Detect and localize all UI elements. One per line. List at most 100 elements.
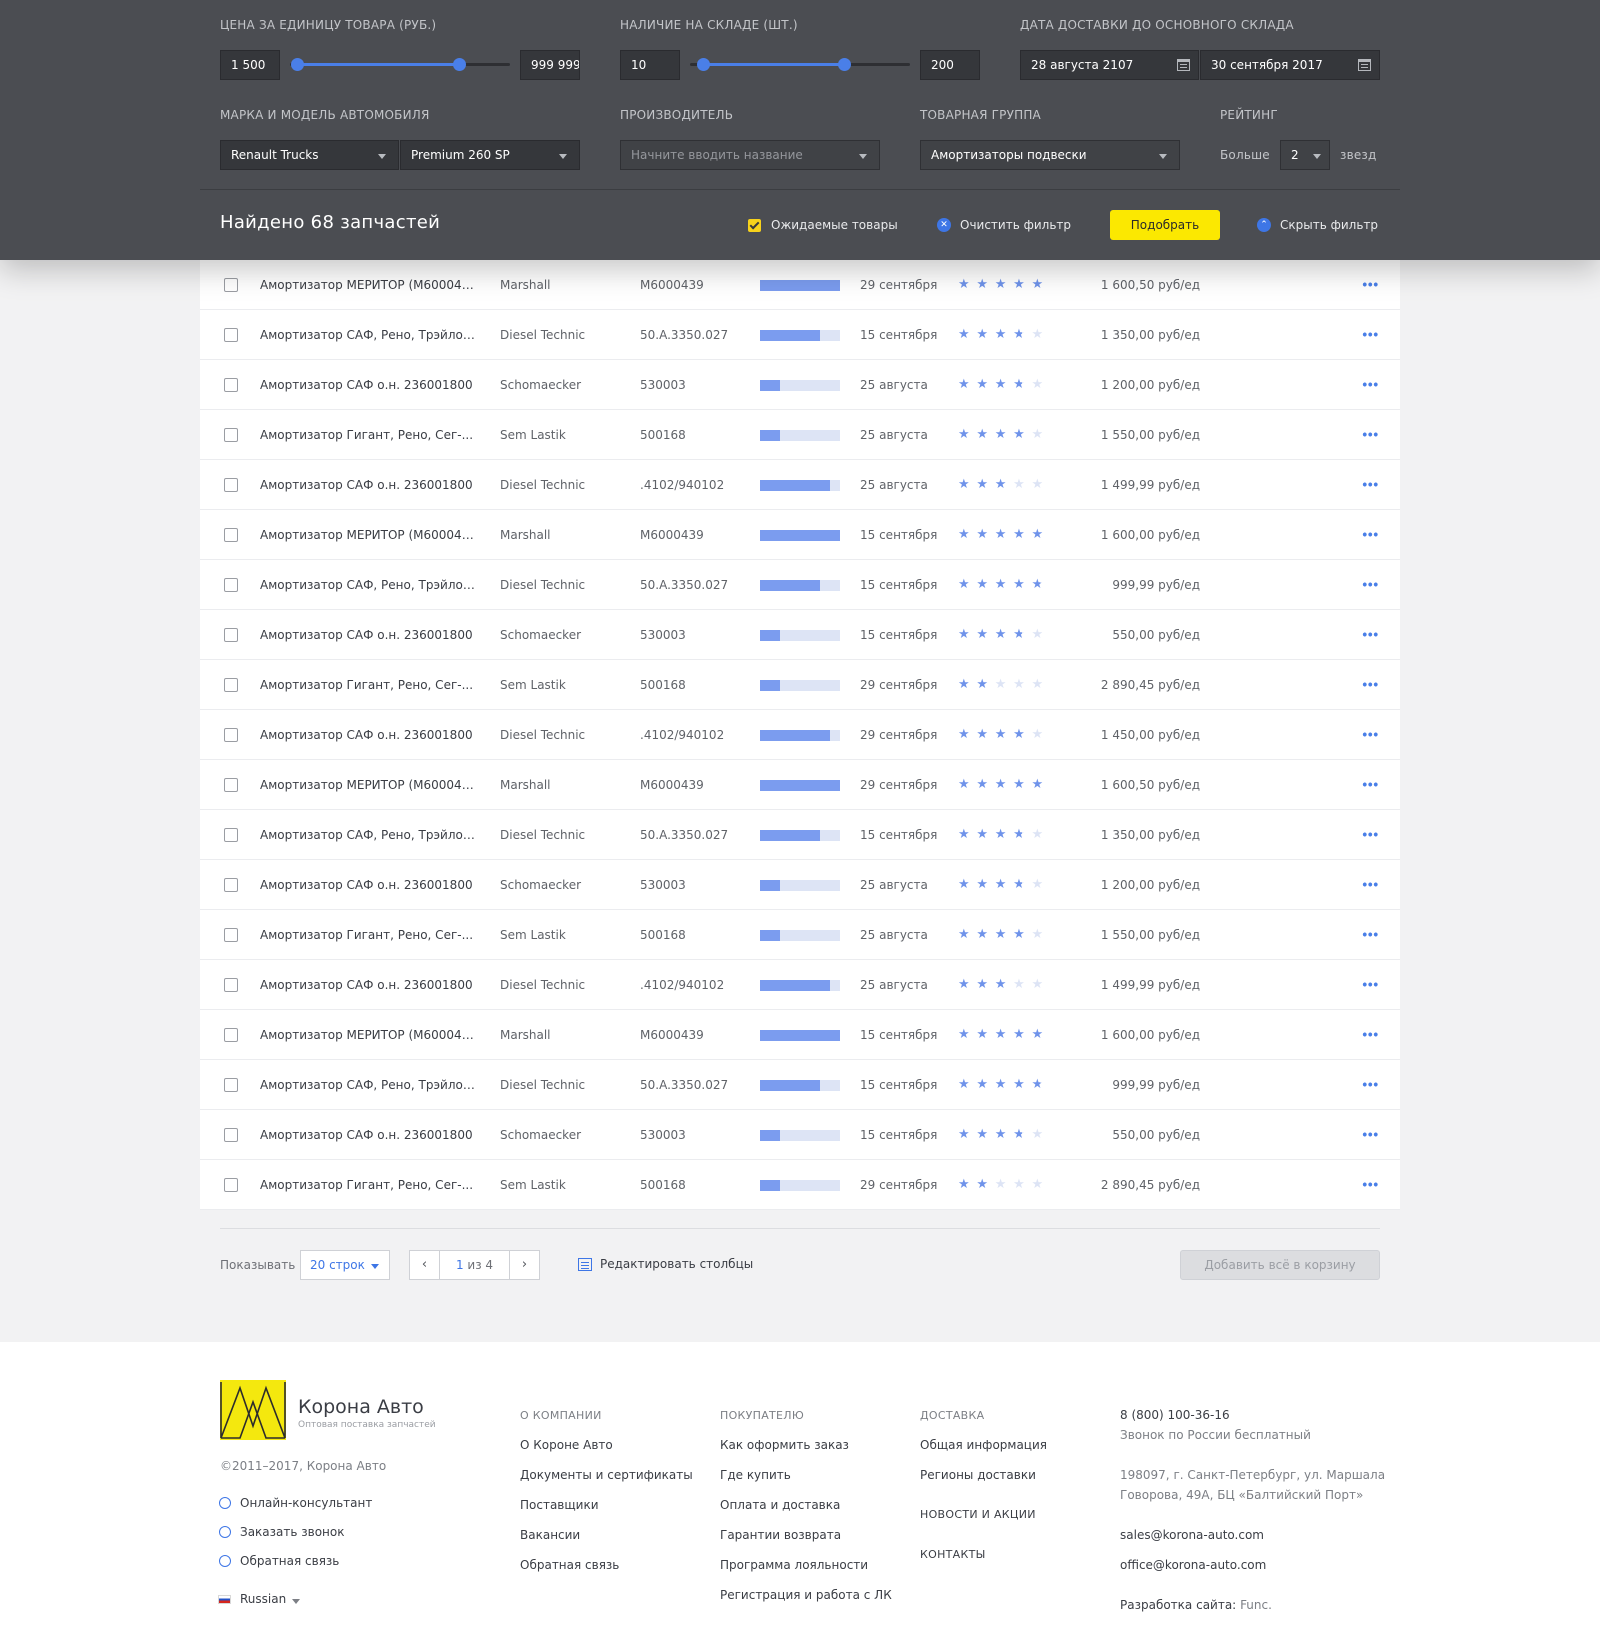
- footer-link[interactable]: Где купить: [720, 1468, 791, 1482]
- part-name[interactable]: Амортизатор САФ, Рено, Трэйлор...: [260, 310, 478, 360]
- order-call-link[interactable]: Заказать звонок: [240, 1525, 345, 1539]
- footer-link[interactable]: Гарантии возврата: [720, 1528, 841, 1542]
- more-options-icon[interactable]: [1362, 682, 1378, 687]
- online-consultant-link[interactable]: Онлайн-консультант: [240, 1496, 372, 1510]
- row-checkbox[interactable]: [224, 428, 238, 442]
- part-name[interactable]: Амортизатор Гигант, Рено, Сег-...: [260, 1160, 478, 1210]
- footer-link[interactable]: Обратная связь: [520, 1558, 619, 1572]
- more-options-icon[interactable]: [1362, 982, 1378, 987]
- part-name[interactable]: Амортизатор САФ, Рено, Трэйлор...: [260, 560, 478, 610]
- part-name[interactable]: Амортизатор Гигант, Рено, Сег-...: [260, 660, 478, 710]
- footer-link[interactable]: Общая информация: [920, 1438, 1047, 1452]
- more-options-icon[interactable]: [1362, 882, 1378, 887]
- car-model-select[interactable]: Premium 260 SP: [400, 140, 580, 170]
- hide-filter-button[interactable]: ⌃ Скрыть фильтр: [1257, 218, 1378, 232]
- row-checkbox[interactable]: [224, 678, 238, 692]
- manufacturer-input[interactable]: Начните вводить название: [620, 140, 880, 170]
- footer-link[interactable]: О Короне Авто: [520, 1438, 613, 1452]
- sales-email[interactable]: sales@korona-auto.com: [1120, 1528, 1264, 1542]
- row-checkbox[interactable]: [224, 878, 238, 892]
- part-name[interactable]: Амортизатор Гигант, Рено, Сег-...: [260, 410, 478, 460]
- more-options-icon[interactable]: [1362, 782, 1378, 787]
- crown-logo[interactable]: [220, 1380, 286, 1440]
- office-email[interactable]: office@korona-auto.com: [1120, 1558, 1266, 1572]
- part-name[interactable]: Амортизатор САФ, Рено, Трэйлор...: [260, 810, 478, 860]
- footer-link[interactable]: Вакансии: [520, 1528, 580, 1542]
- part-name[interactable]: Амортизатор САФ о.н. 236001800: [260, 960, 478, 1010]
- more-options-icon[interactable]: [1362, 432, 1378, 437]
- footer-link[interactable]: Оплата и доставка: [720, 1498, 840, 1512]
- stock-slider-min-handle[interactable]: [697, 58, 711, 71]
- row-checkbox[interactable]: [224, 328, 238, 342]
- more-options-icon[interactable]: [1362, 1132, 1378, 1137]
- stock-slider-max-handle[interactable]: [838, 58, 851, 71]
- part-name[interactable]: Амортизатор САФ о.н. 236001800: [260, 460, 478, 510]
- row-checkbox[interactable]: [224, 1128, 238, 1142]
- pick-button[interactable]: Подобрать: [1110, 210, 1220, 240]
- expected-goods-checkbox[interactable]: Ожидаемые товары: [748, 218, 898, 232]
- row-checkbox[interactable]: [224, 528, 238, 542]
- row-checkbox[interactable]: [224, 1028, 238, 1042]
- part-name[interactable]: Амортизатор МЕРИТОР (M6000439): [260, 260, 478, 310]
- more-options-icon[interactable]: [1362, 1182, 1378, 1187]
- rating-select[interactable]: 2: [1280, 140, 1330, 170]
- footer-link[interactable]: Документы и сертификаты: [520, 1468, 693, 1482]
- footer-link[interactable]: Регионы доставки: [920, 1468, 1036, 1482]
- more-options-icon[interactable]: [1362, 582, 1378, 587]
- part-name[interactable]: Амортизатор САФ о.н. 236001800: [260, 710, 478, 760]
- more-options-icon[interactable]: [1362, 632, 1378, 637]
- edit-columns-button[interactable]: Редактировать столбцы: [578, 1257, 753, 1271]
- phone-number[interactable]: 8 (800) 100-36-16: [1120, 1408, 1230, 1422]
- price-slider-min-handle[interactable]: [290, 58, 304, 71]
- stock-range-slider[interactable]: [690, 57, 910, 73]
- footer-link[interactable]: Программа лояльности: [720, 1558, 868, 1572]
- stock-min-input[interactable]: 10: [620, 50, 680, 80]
- part-name[interactable]: Амортизатор САФ о.н. 236001800: [260, 360, 478, 410]
- feedback-link[interactable]: Обратная связь: [240, 1554, 339, 1568]
- part-name[interactable]: Амортизатор Гигант, Рено, Сег-...: [260, 910, 478, 960]
- footer-link[interactable]: Поставщики: [520, 1498, 599, 1512]
- footer-link[interactable]: Регистрация и работа с ЛК: [720, 1588, 892, 1602]
- date-from-input[interactable]: 28 августа 2107: [1020, 50, 1199, 80]
- more-options-icon[interactable]: [1362, 482, 1378, 487]
- row-checkbox[interactable]: [224, 778, 238, 792]
- more-options-icon[interactable]: [1362, 932, 1378, 937]
- news-link[interactable]: Новости и акции: [920, 1508, 1036, 1521]
- row-checkbox[interactable]: [224, 378, 238, 392]
- price-min-input[interactable]: 1 500: [220, 50, 280, 80]
- row-checkbox[interactable]: [224, 478, 238, 492]
- part-name[interactable]: Амортизатор МЕРИТОР (M6000439): [260, 1010, 478, 1060]
- row-checkbox[interactable]: [224, 578, 238, 592]
- price-range-slider[interactable]: [290, 57, 510, 73]
- product-group-select[interactable]: Амортизаторы подвески: [920, 140, 1180, 170]
- stock-max-input[interactable]: 200: [920, 50, 980, 80]
- more-options-icon[interactable]: [1362, 382, 1378, 387]
- add-all-to-cart-button[interactable]: Добавить всё в корзину: [1180, 1250, 1380, 1280]
- row-checkbox[interactable]: [224, 1178, 238, 1192]
- row-checkbox[interactable]: [224, 978, 238, 992]
- language-select[interactable]: Russian: [240, 1592, 286, 1606]
- more-options-icon[interactable]: [1362, 332, 1378, 337]
- more-options-icon[interactable]: [1362, 532, 1378, 537]
- car-make-select[interactable]: Renault Trucks: [220, 140, 399, 170]
- more-options-icon[interactable]: [1362, 1032, 1378, 1037]
- part-name[interactable]: Амортизатор МЕРИТОР (M6000439): [260, 510, 478, 560]
- calendar-icon[interactable]: [1177, 59, 1190, 71]
- date-to-input[interactable]: 30 сентября 2017: [1200, 50, 1380, 80]
- footer-link[interactable]: Как оформить заказ: [720, 1438, 849, 1452]
- more-options-icon[interactable]: [1362, 832, 1378, 837]
- part-name[interactable]: Амортизатор МЕРИТОР (M6000439): [260, 760, 478, 810]
- more-options-icon[interactable]: [1362, 1082, 1378, 1087]
- more-options-icon[interactable]: [1362, 282, 1378, 287]
- row-checkbox[interactable]: [224, 828, 238, 842]
- part-name[interactable]: Амортизатор САФ о.н. 236001800: [260, 610, 478, 660]
- developer-link[interactable]: Func.: [1240, 1598, 1272, 1612]
- row-checkbox[interactable]: [224, 928, 238, 942]
- row-checkbox[interactable]: [224, 1078, 238, 1092]
- part-name[interactable]: Амортизатор САФ о.н. 236001800: [260, 1110, 478, 1160]
- calendar-icon[interactable]: [1358, 59, 1371, 71]
- row-checkbox[interactable]: [224, 628, 238, 642]
- price-max-input[interactable]: 999 999: [520, 50, 580, 80]
- clear-filter-button[interactable]: ✕ Очистить фильтр: [937, 218, 1071, 232]
- part-name[interactable]: Амортизатор САФ о.н. 236001800: [260, 860, 478, 910]
